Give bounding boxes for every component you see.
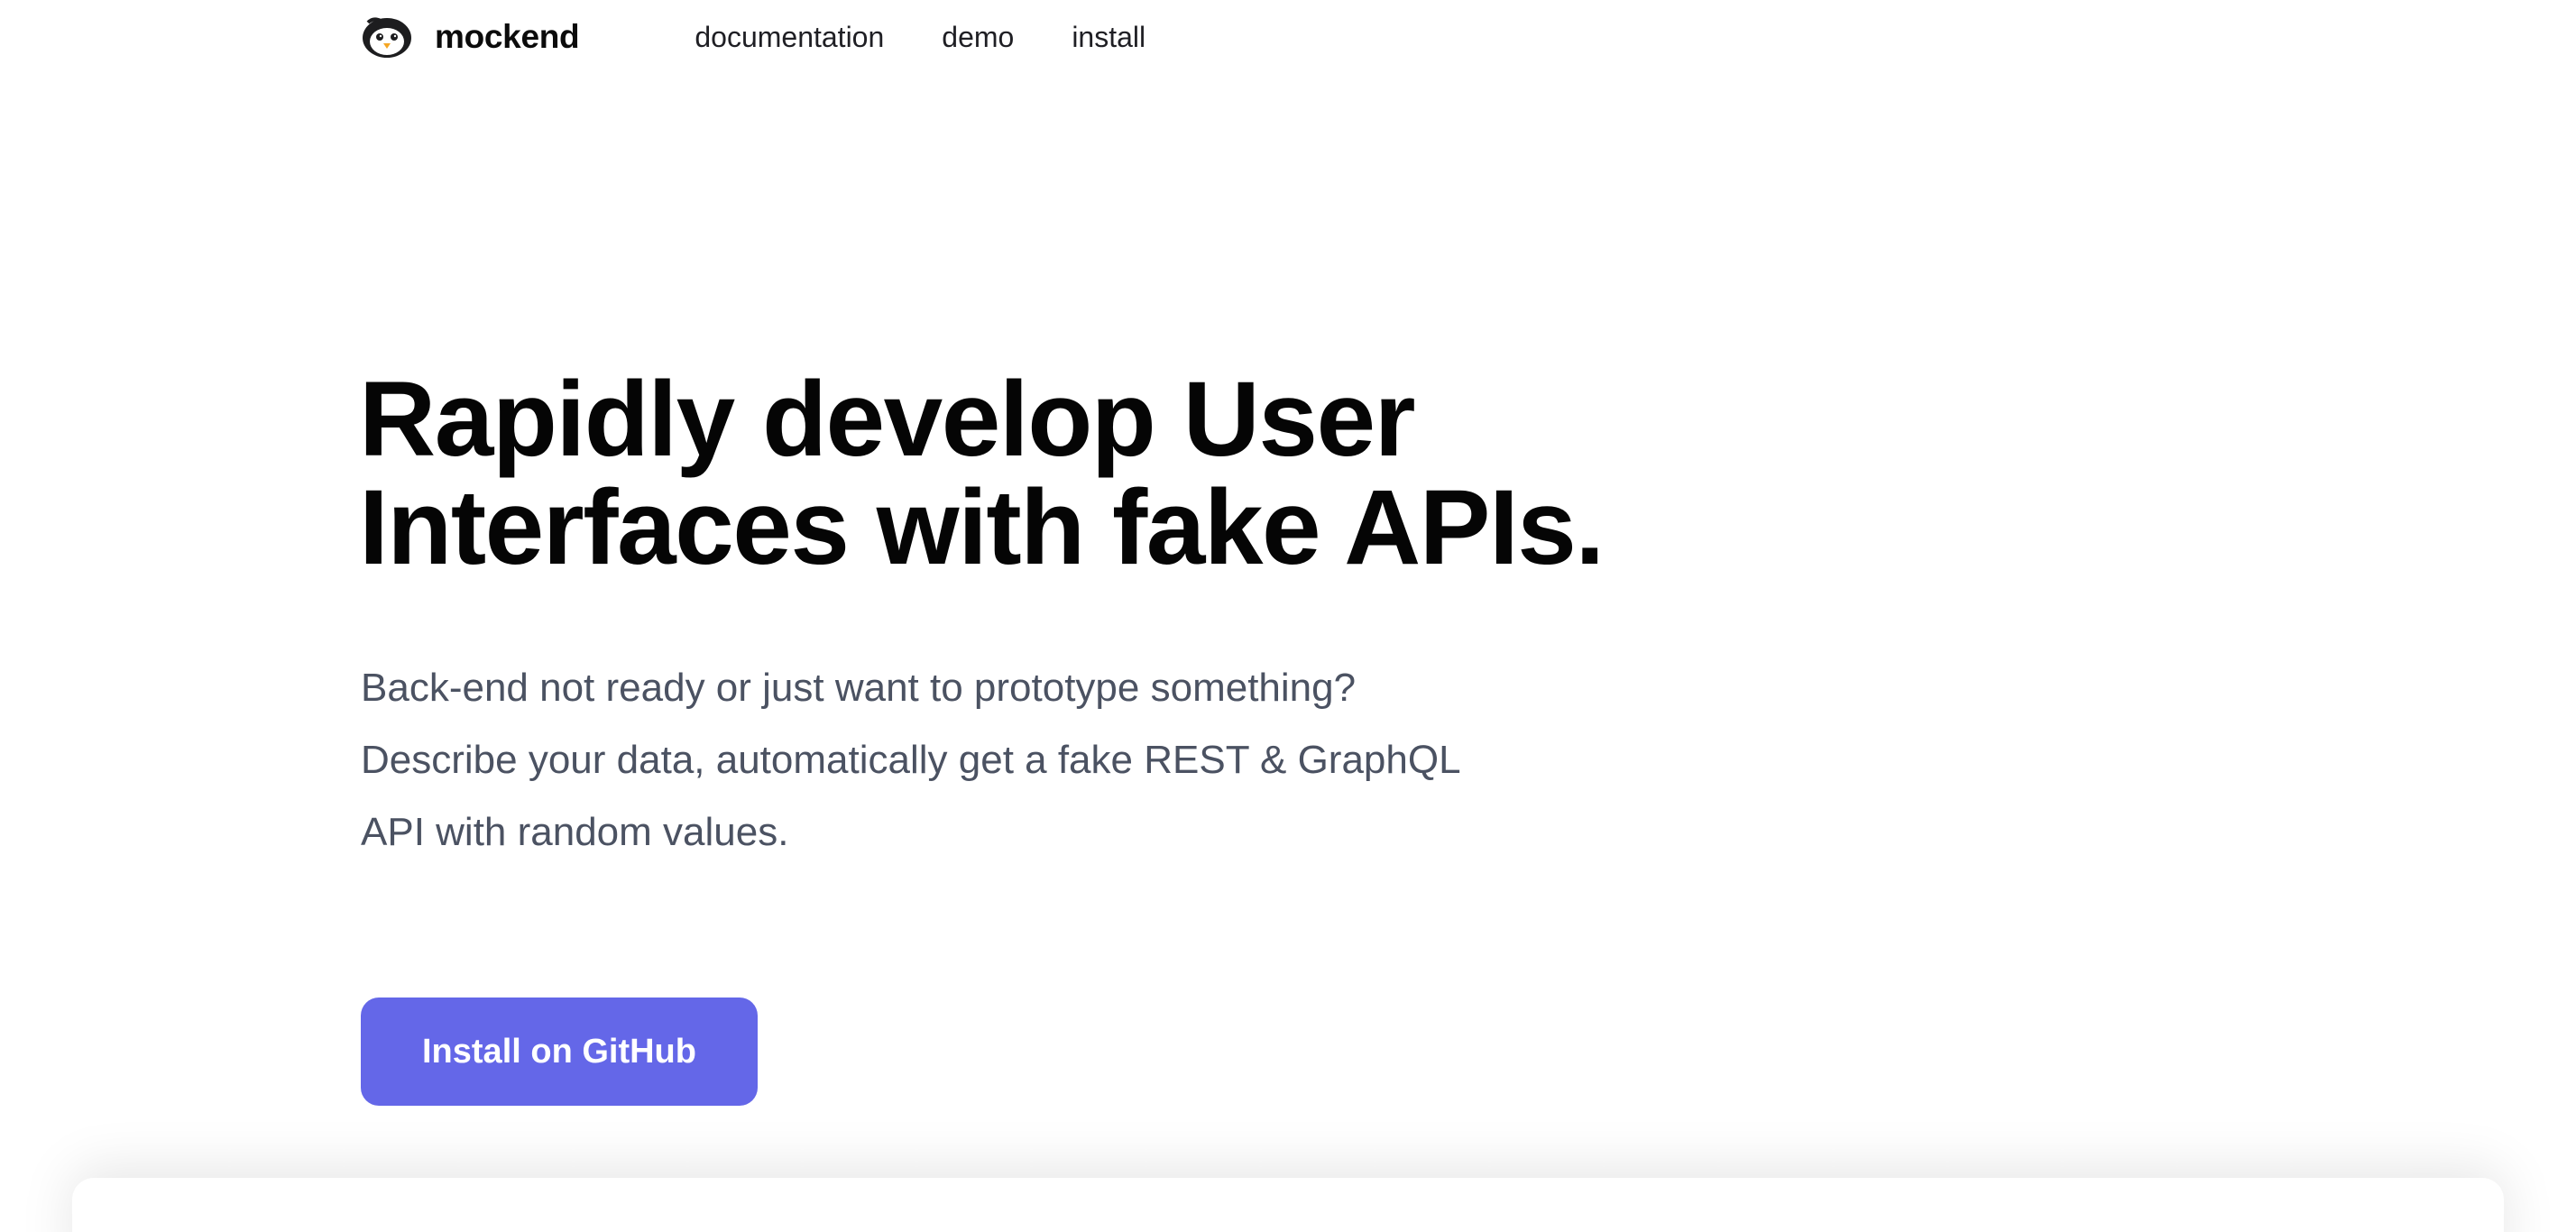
site-header: mockend documentation demo install xyxy=(361,7,1203,67)
page: mockend documentation demo install Rapid… xyxy=(0,0,2576,1232)
hero-subtitle-line: API with random values. xyxy=(361,810,789,854)
nav-install[interactable]: install xyxy=(1072,21,1145,54)
nav-demo[interactable]: demo xyxy=(942,21,1014,54)
brand-name: mockend xyxy=(435,18,580,55)
install-on-github-button[interactable]: Install on GitHub xyxy=(361,998,758,1106)
hero-subtitle-line: Back-end not ready or just want to proto… xyxy=(361,666,1357,710)
main-nav: documentation demo install xyxy=(695,21,1203,54)
brand-home-link[interactable]: mockend xyxy=(361,15,580,59)
hero-subtitle: Back-end not ready or just want to proto… xyxy=(361,652,1624,869)
hero-title-line: Interfaces with fake APIs. xyxy=(359,468,1605,587)
hero-subtitle-line: Describe your data, automatically get a … xyxy=(361,738,1461,782)
hero-title: Rapidly develop User Interfaces with fak… xyxy=(359,365,1892,582)
demo-panel-edge xyxy=(72,1178,2504,1232)
penguin-logo-icon xyxy=(361,15,413,59)
hero-title-line: Rapidly develop User xyxy=(359,360,1416,479)
nav-documentation[interactable]: documentation xyxy=(695,21,884,54)
